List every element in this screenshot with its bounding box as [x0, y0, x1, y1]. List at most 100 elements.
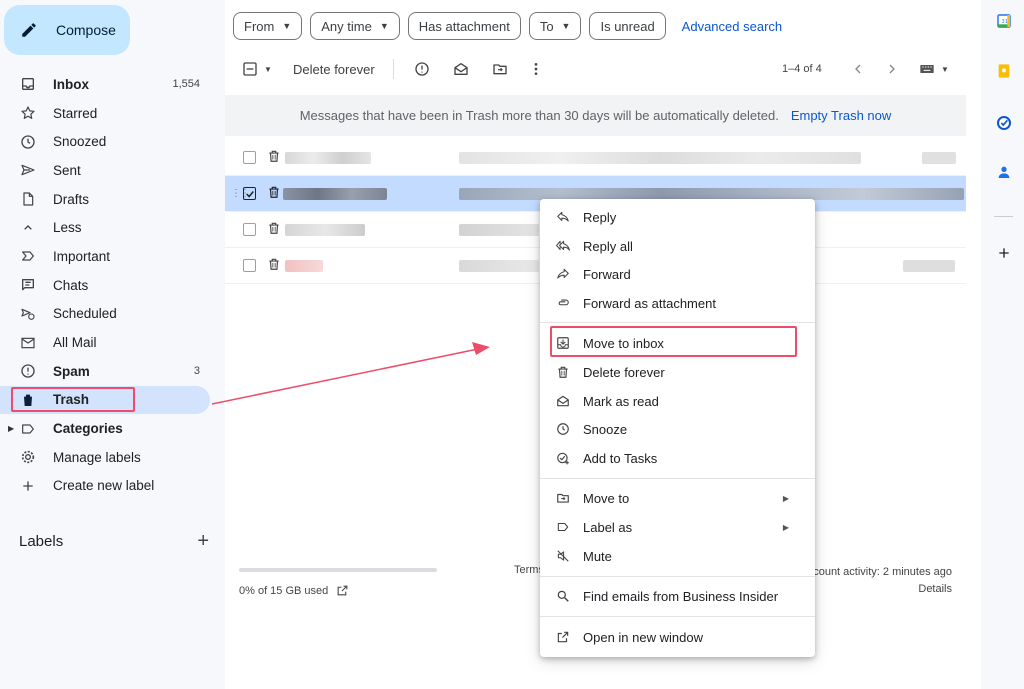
reply-icon [556, 210, 570, 224]
filter-has-attachment[interactable]: Has attachment [407, 12, 521, 40]
sidebar: Compose Inbox 1,554 Starred Snoozed Sent… [0, 0, 224, 689]
redacted-sender [283, 187, 387, 200]
tasks-icon[interactable] [996, 115, 1012, 131]
sidebar-item-drafts[interactable]: Drafts [0, 185, 224, 214]
mark-read-icon [556, 394, 570, 408]
labels-section-header: Labels + [19, 530, 209, 553]
row-checkbox[interactable] [243, 259, 256, 272]
row-checkbox[interactable] [243, 187, 256, 200]
pagination-count: 1–4 of 4 [782, 63, 822, 75]
filter-any-time[interactable]: Any time ▼ [310, 12, 400, 40]
spam-count: 3 [193, 365, 200, 378]
next-page-button[interactable] [884, 61, 900, 77]
menu-item-forward[interactable]: Forward [540, 260, 815, 288]
menu-item-delete-forever[interactable]: Delete forever [540, 358, 815, 386]
add-addon-icon[interactable] [996, 245, 1012, 261]
chevron-left-icon [855, 64, 861, 74]
menu-item-label: Open in new window [583, 629, 703, 645]
keep-icon[interactable] [996, 63, 1012, 79]
menu-item-label: Reply all [583, 238, 633, 254]
nav-list: Inbox 1,554 Starred Snoozed Sent Drafts … [0, 70, 224, 500]
input-tools-button[interactable]: ▼ [917, 61, 949, 77]
prev-page-button[interactable] [850, 61, 866, 77]
row-checkbox[interactable] [243, 223, 256, 236]
sidebar-item-label: Spam [53, 363, 90, 379]
row-checkbox[interactable] [243, 151, 256, 164]
select-dropdown-icon[interactable]: ▼ [264, 65, 272, 74]
delete-forever-button[interactable]: Delete forever [293, 62, 375, 77]
keyboard-icon [920, 65, 934, 73]
calendar-icon[interactable]: 31 [996, 13, 1012, 29]
sidebar-item-snoozed[interactable]: Snoozed [0, 127, 224, 156]
trash-highlight-box [11, 387, 135, 412]
report-spam-button[interactable] [414, 61, 430, 77]
menu-item-label-as[interactable]: Label as ▶ [540, 513, 815, 541]
menu-item-label: Forward [583, 266, 631, 282]
draft-icon [20, 191, 36, 207]
sidebar-item-spam[interactable]: Spam 3 [0, 357, 224, 386]
more-options-button[interactable] [528, 61, 544, 77]
add-task-icon [556, 451, 570, 465]
menu-item-add-to-tasks[interactable]: Add to Tasks [540, 444, 815, 472]
mark-read-button[interactable] [453, 61, 469, 77]
dropdown-arrow-icon: ▼ [561, 21, 571, 31]
filter-from[interactable]: From ▼ [233, 12, 303, 40]
advanced-search-link[interactable]: Advanced search [682, 19, 782, 34]
search-icon [556, 589, 570, 603]
expand-caret-icon[interactable]: ▶ [8, 424, 14, 433]
label-icon [556, 520, 570, 534]
menu-item-open-new-window[interactable]: Open in new window [540, 623, 815, 651]
compose-button[interactable]: Compose [4, 5, 130, 55]
trash-icon [267, 257, 281, 274]
sidebar-item-manage-labels[interactable]: Manage labels [0, 443, 224, 472]
select-all-checkbox[interactable]: ▼ [242, 61, 272, 77]
menu-item-reply[interactable]: Reply [540, 203, 815, 231]
sidebar-item-inbox[interactable]: Inbox 1,554 [0, 70, 224, 99]
sidebar-item-all-mail[interactable]: All Mail [0, 328, 224, 357]
delete-forever-label: Delete forever [293, 61, 375, 77]
open-new-window-icon[interactable] [336, 584, 349, 597]
sidebar-item-chats[interactable]: Chats [0, 271, 224, 300]
search-filters: From ▼ Any time ▼ Has attachment To ▼ Is un… [233, 12, 782, 40]
filter-to[interactable]: To ▼ [528, 12, 582, 40]
sidebar-item-label: Drafts [53, 191, 90, 207]
menu-item-mute[interactable]: Mute [540, 542, 815, 570]
move-to-icon [556, 491, 570, 505]
sidebar-item-sent[interactable]: Sent [0, 156, 224, 185]
open-new-window-icon [556, 630, 570, 644]
sidebar-item-scheduled[interactable]: Scheduled [0, 300, 224, 329]
table-row[interactable] [225, 140, 966, 176]
menu-item-forward-attachment[interactable]: Forward as attachment [540, 289, 815, 317]
account-activity-text: count activity: 2 minutes ago [813, 566, 952, 578]
menu-item-reply-all[interactable]: Reply all [540, 232, 815, 260]
menu-item-find-emails[interactable]: Find emails from Business Insider [540, 582, 815, 610]
sidebar-item-less[interactable]: Less [0, 213, 224, 242]
trash-icon [267, 185, 281, 202]
redacted-date [922, 151, 956, 164]
empty-trash-link[interactable]: Empty Trash now [791, 108, 891, 123]
sidebar-item-label: Starred [53, 105, 98, 121]
sidebar-item-label: Chats [53, 277, 89, 293]
sidebar-item-create-label[interactable]: Create new label [0, 472, 224, 501]
inbox-count: 1,554 [172, 78, 200, 91]
redacted-date [903, 259, 955, 272]
move-to-button[interactable] [492, 61, 508, 77]
trash-icon [267, 221, 281, 238]
account-activity: count activity: 2 minutes ago Details [813, 564, 952, 598]
contacts-icon[interactable] [996, 164, 1012, 180]
sidebar-item-important[interactable]: Important [0, 242, 224, 271]
redacted-subject [459, 223, 539, 236]
add-label-icon[interactable]: + [197, 530, 209, 553]
menu-item-mark-read[interactable]: Mark as read [540, 387, 815, 415]
attachment-icon [556, 296, 570, 310]
menu-item-move-to[interactable]: Move to ▶ [540, 484, 815, 512]
sidebar-item-starred[interactable]: Starred [0, 99, 224, 128]
sidebar-item-categories[interactable]: ▶ Categories [0, 414, 224, 443]
filter-is-unread[interactable]: Is unread [589, 12, 666, 40]
menu-item-snooze[interactable]: Snooze [540, 415, 815, 443]
menu-item-label: Add to Tasks [583, 450, 658, 466]
details-link[interactable]: Details [813, 581, 952, 598]
menu-divider [540, 576, 815, 577]
redacted-subject [459, 151, 861, 164]
star-icon [20, 105, 36, 121]
